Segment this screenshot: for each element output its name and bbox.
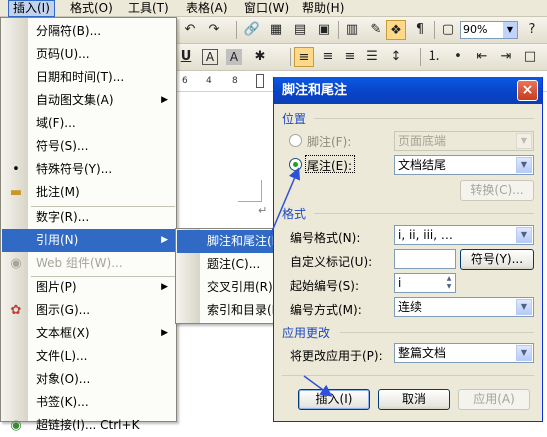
annotation-arrow-insert <box>303 375 333 397</box>
annotation-arrow-endnote <box>269 167 301 237</box>
annotation-arrows <box>269 167 333 397</box>
